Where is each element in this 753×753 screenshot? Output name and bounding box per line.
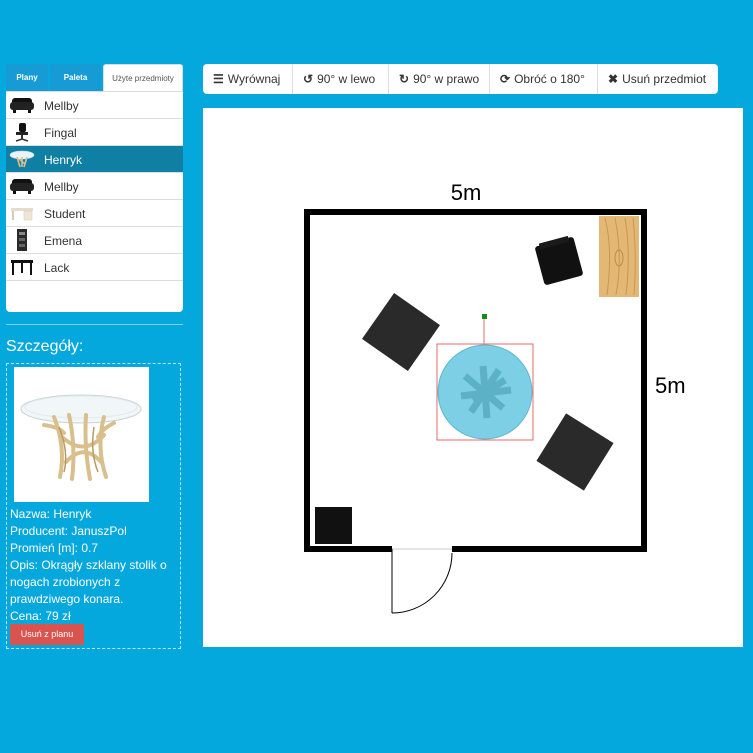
tab-bar: Plany Paleta Użyte przedmioty	[6, 63, 183, 91]
remove-from-plan-button[interactable]: Usuń z planu	[10, 624, 84, 645]
delete-item-button[interactable]: ✖ Usuń przedmiot	[598, 64, 718, 94]
rotate-180-button[interactable]: ⟳ Obróć o 180°	[490, 64, 598, 94]
armchair-item	[536, 413, 614, 491]
office-chair-icon	[9, 122, 35, 142]
product-image	[14, 367, 149, 502]
rotate-left-label: 90° w lewo	[317, 72, 376, 86]
align-button[interactable]: ☰ Wyrównaj	[203, 64, 293, 94]
list-item[interactable]: Lack	[6, 254, 183, 281]
refresh-icon: ⟳	[500, 72, 511, 86]
panel-divider	[6, 324, 183, 325]
align-label: Wyrównaj	[227, 72, 281, 86]
tab-used-items[interactable]: Użyte przedmioty	[103, 64, 183, 91]
list-item[interactable]: Mellby	[6, 92, 183, 119]
desk-item	[599, 216, 639, 297]
rotation-handle	[482, 314, 487, 319]
rotate-right-button[interactable]: ↻ 90° w prawo	[389, 64, 490, 94]
delete-label: Usuń przedmiot	[622, 72, 707, 86]
list-item-label: Student	[44, 207, 86, 221]
detail-producer: Producent: JanuszPol	[10, 524, 127, 538]
detail-price: Cena: 79 zł	[10, 609, 71, 623]
detail-description: Opis: Okrągły szklany stolik o nogach zr…	[10, 558, 167, 606]
used-items-list: Mellby Fingal Henryk Mellby Student Emen…	[6, 91, 183, 281]
list-item[interactable]: Fingal	[6, 119, 183, 146]
list-item-selected[interactable]: Henryk	[6, 146, 183, 173]
list-item[interactable]: Emena	[6, 227, 183, 254]
floor-plan: 5m 5m	[304, 180, 686, 614]
detail-radius: Promień [m]: 0.7	[10, 541, 99, 555]
plan-canvas[interactable]: 5m 5m	[203, 108, 743, 647]
list-item[interactable]: Student	[6, 200, 183, 227]
armchair-icon	[9, 95, 35, 115]
rotate-left-button[interactable]: ↺ 90° w lewo	[293, 64, 389, 94]
rotate-180-label: Obróć o 180°	[514, 72, 585, 86]
details-panel: Nazwa: Henryk Producent: JanuszPol Promi…	[6, 363, 181, 649]
detail-name: Nazwa: Henryk	[10, 507, 92, 521]
desk-icon	[9, 203, 35, 223]
menu-lines-icon: ☰	[213, 72, 224, 86]
width-label: 5m	[451, 180, 482, 205]
tab-plans[interactable]: Plany	[6, 64, 48, 91]
list-item-label: Fingal	[44, 126, 77, 140]
rotate-right-icon: ↻	[399, 72, 410, 86]
glass-table-icon	[9, 149, 35, 169]
cabinet-item	[315, 507, 352, 544]
list-item[interactable]: Mellby	[6, 173, 183, 200]
close-icon: ✖	[608, 72, 619, 86]
glass-table-item	[436, 314, 534, 441]
list-item-label: Emena	[44, 234, 83, 248]
rotate-left-icon: ↺	[303, 72, 314, 86]
details-heading: Szczegóły:	[6, 338, 84, 355]
rotate-right-label: 90° w prawo	[413, 72, 480, 86]
tab-palette[interactable]: Paleta	[50, 64, 101, 91]
list-item-label: Mellby	[44, 180, 79, 194]
armchair-icon	[9, 176, 35, 196]
armchair-item	[362, 293, 440, 371]
list-item-label: Lack	[44, 261, 70, 275]
side-table-icon	[9, 257, 35, 277]
armchair-item	[535, 235, 583, 285]
list-item-label: Mellby	[44, 99, 79, 113]
toolbar: ☰ Wyrównaj ↺ 90° w lewo ↻ 90° w prawo ⟳ …	[203, 64, 718, 94]
cabinet-icon	[9, 229, 35, 251]
left-panel: Plany Paleta Użyte przedmioty Mellby Fin…	[6, 63, 183, 312]
height-label: 5m	[655, 373, 686, 398]
list-item-label: Henryk	[44, 153, 83, 167]
door-swing-arc	[391, 552, 453, 614]
